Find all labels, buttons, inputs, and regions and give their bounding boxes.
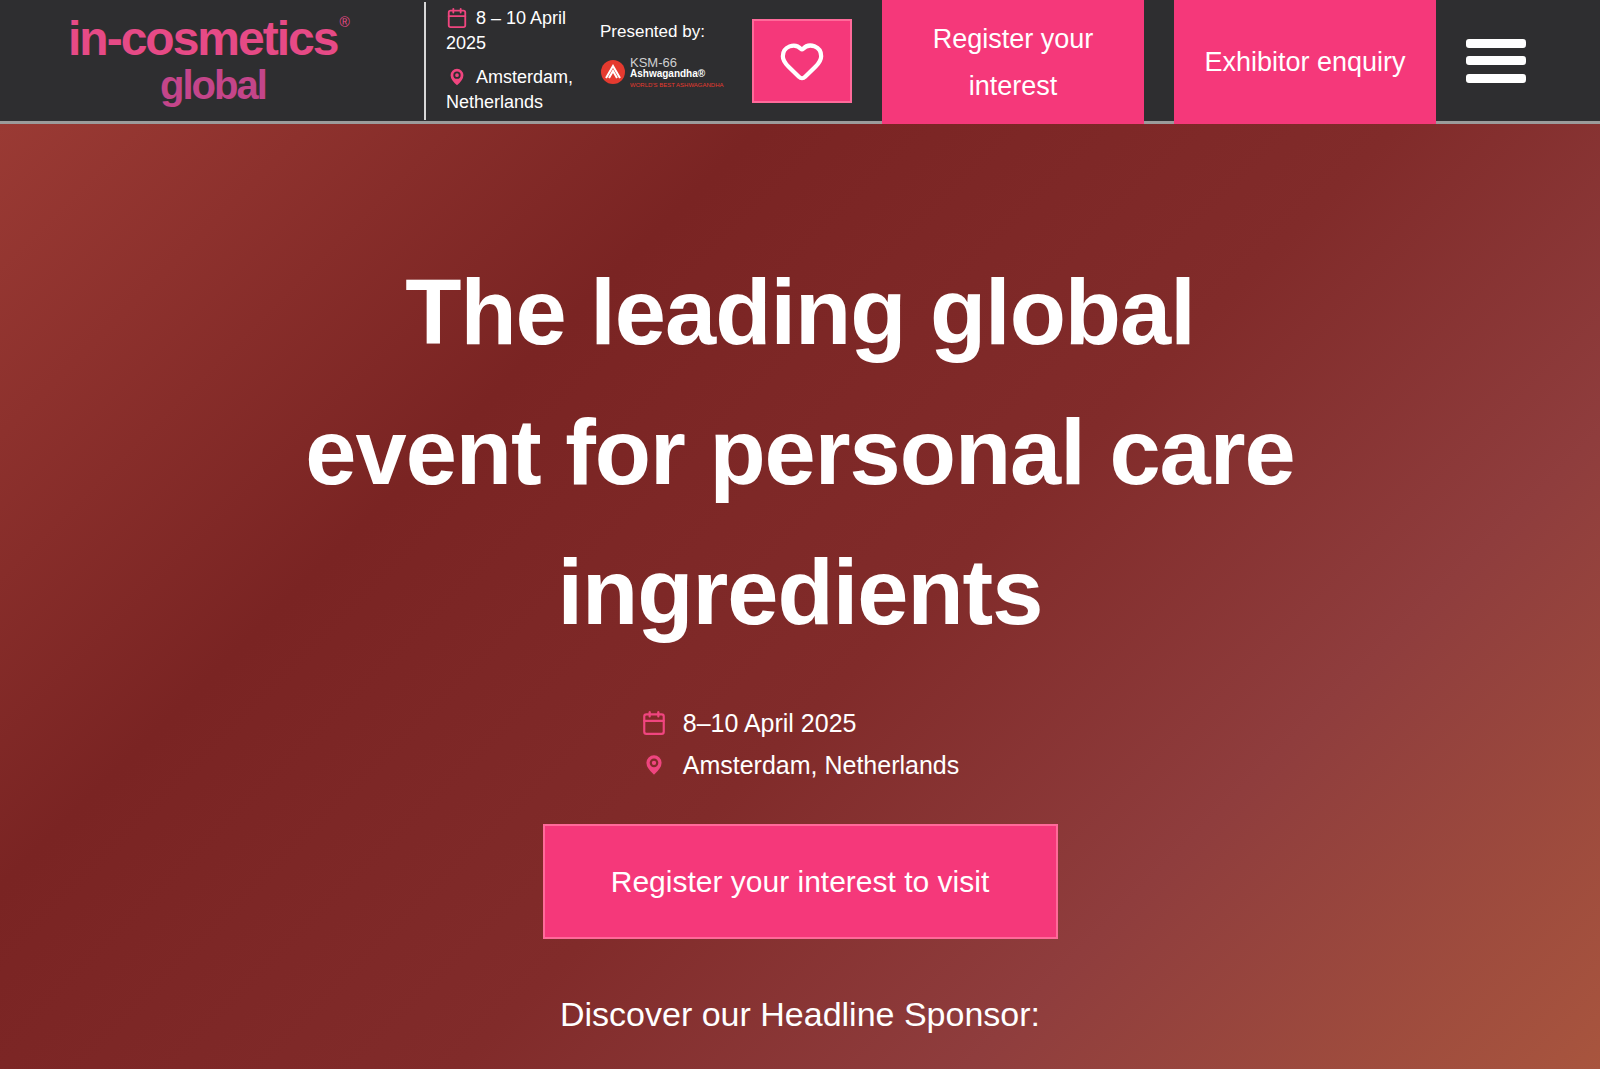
calendar-icon [446, 7, 468, 29]
ksm-logo-icon [600, 59, 626, 85]
hero-location: Amsterdam, Netherlands [683, 750, 960, 780]
sponsor-product: Ashwagandha® [630, 69, 724, 79]
header-button[interactable]: Exhibitor enquiry [1174, 0, 1436, 127]
sponsor-heading: Discover our Headline Sponsor: [560, 989, 1040, 1040]
presented-by-label: Presented by: [600, 19, 730, 45]
hero-info: 8–10 April 2025 Amsterdam, Netherlands [641, 708, 960, 780]
favourite-button[interactable] [752, 19, 852, 103]
sponsor-logo[interactable]: KSM-66Ashwagandha® WORLD'S BEST ASHWAGAND… [600, 56, 730, 88]
sponsor-name: KSM-66 [630, 56, 724, 69]
menu-bar [1466, 39, 1526, 48]
hero-title-line: event for personal care [305, 382, 1294, 522]
presented-by: Presented by: KSM-66Ashwagandha® WORLD'S B… [600, 19, 730, 89]
menu-button[interactable] [1466, 33, 1526, 89]
register-visit-button[interactable]: Register your interest to visit [543, 824, 1058, 939]
hero-title: The leading globalevent for personal car… [305, 242, 1294, 662]
calendar-icon [641, 710, 667, 736]
menu-bar [1466, 74, 1526, 83]
divider [424, 2, 426, 120]
menu-bar [1466, 56, 1526, 65]
hero-title-line: ingredients [558, 522, 1043, 662]
page: in-cosmetics® global 8 – 10 April 2025 Amst… [0, 0, 1600, 1069]
header-actions: Register your interestExhibitor enquiry [730, 0, 1526, 121]
heart-icon [779, 38, 825, 84]
logo-main: in-cosmetics [68, 15, 337, 63]
header-button[interactable]: Register your interest [882, 0, 1144, 129]
location-icon [641, 752, 667, 778]
header-location: Amsterdam, Netherlands [446, 65, 594, 115]
header-date: 8 – 10 April 2025 [446, 6, 594, 56]
logo-sub: global [160, 63, 266, 107]
hero-date: 8–10 April 2025 [683, 708, 857, 738]
hero-title-line: The leading global [405, 242, 1195, 382]
logo-mark: ® [339, 15, 349, 29]
event-info: 8 – 10 April 2025 Amsterdam, Netherlands [446, 6, 594, 115]
sponsor-tagline: WORLD'S BEST ASHWAGANDHA [630, 82, 724, 88]
header: in-cosmetics® global 8 – 10 April 2025 Amst… [0, 0, 1600, 124]
logo[interactable]: in-cosmetics® global [68, 15, 398, 107]
location-icon [446, 66, 468, 88]
hero: The leading globalevent for personal car… [0, 124, 1600, 1069]
